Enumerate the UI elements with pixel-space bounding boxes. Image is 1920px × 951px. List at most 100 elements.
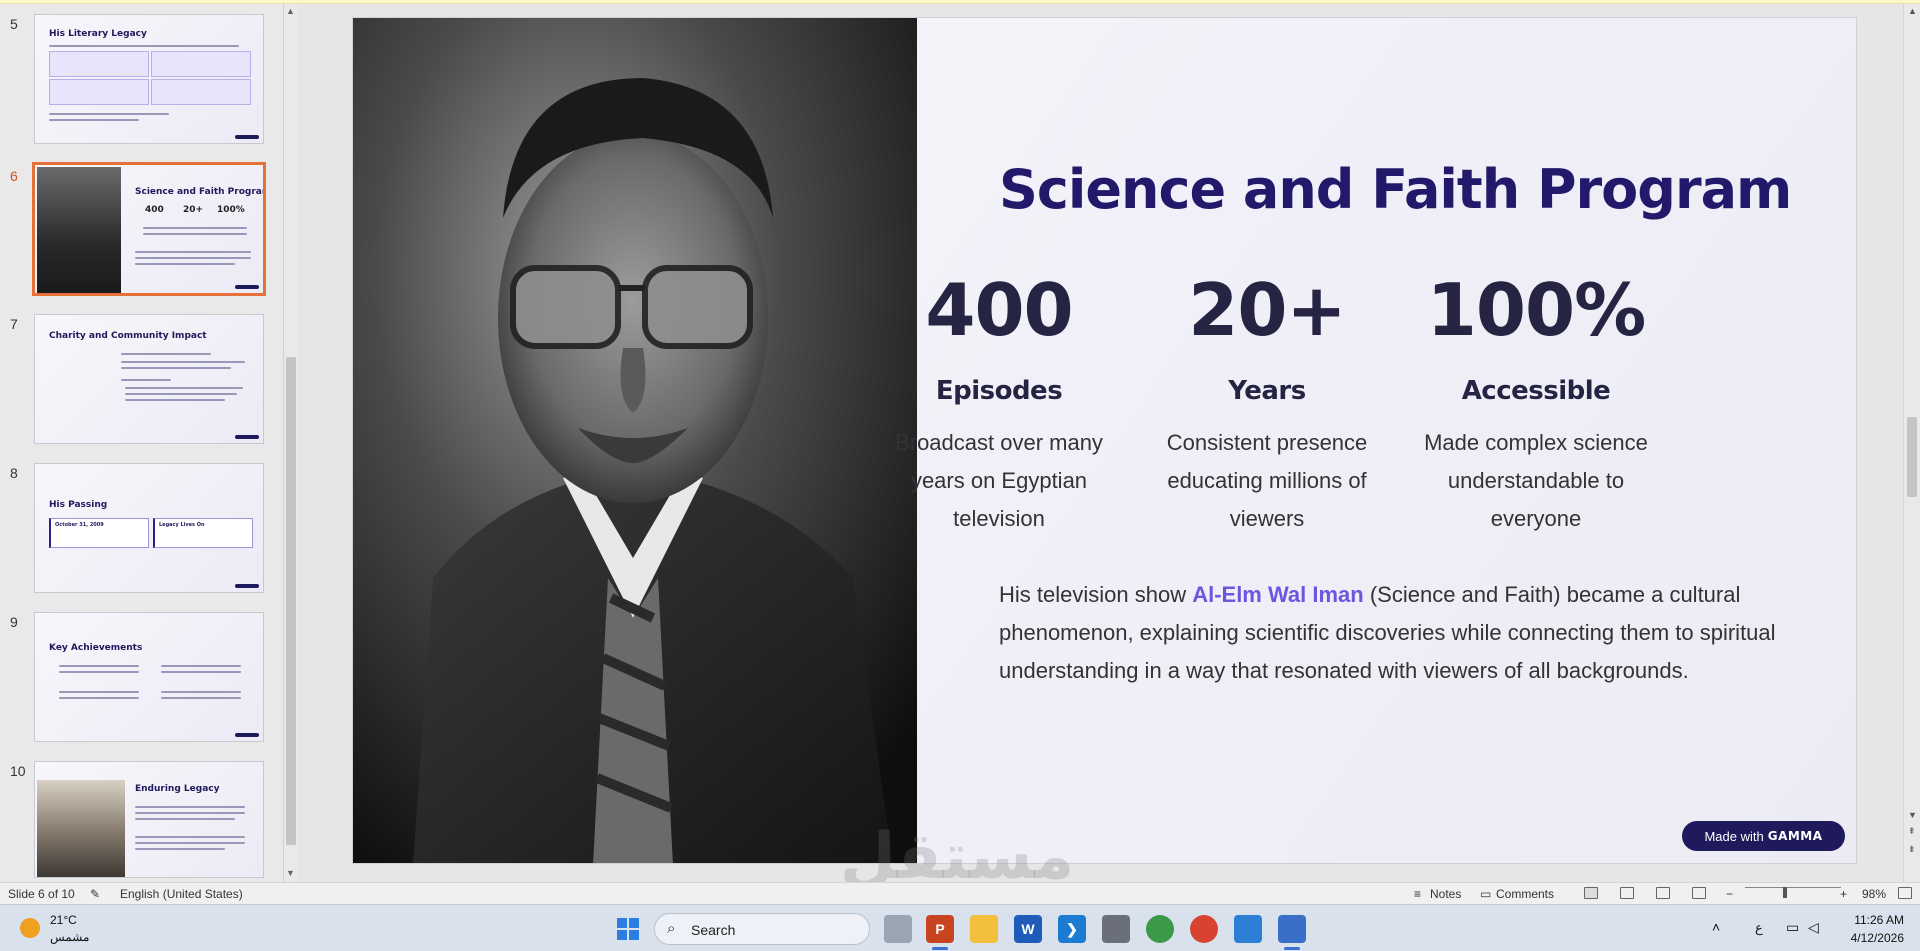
taskbar-search[interactable]: ⌕ Search xyxy=(654,913,870,945)
thumb-text-line xyxy=(135,836,245,838)
thumb-card xyxy=(49,79,149,105)
slide-thumbnail-6-selected[interactable]: Science and Faith Program 400 20+ 100% xyxy=(32,162,266,296)
slide-number: 10 xyxy=(10,763,26,779)
word-icon[interactable]: W xyxy=(1014,915,1042,943)
notes-button[interactable]: Notes xyxy=(1430,887,1461,901)
stat-desc-line: Made complex science xyxy=(1424,430,1648,455)
stat-desc-line: educating millions of xyxy=(1167,468,1367,493)
scroll-up-icon[interactable]: ▲ xyxy=(286,6,295,16)
stat-episodes[interactable]: 400 Episodes Broadcast over many years o… xyxy=(879,268,1119,538)
powerpoint-icon[interactable]: P xyxy=(926,915,954,943)
file-explorer-icon[interactable] xyxy=(970,915,998,943)
fit-slide-icon[interactable] xyxy=(1898,887,1912,899)
stat-number: 400 xyxy=(925,268,1073,352)
thumb-text-line xyxy=(143,227,247,229)
thumb-badge xyxy=(235,285,259,289)
input-language[interactable]: ع xyxy=(1755,920,1763,936)
zoom-out-button[interactable]: − xyxy=(1726,887,1733,901)
powerpoint-window: 5 His Literary Legacy 6 Science and Fait… xyxy=(0,0,1920,951)
scrollbar-thumb[interactable] xyxy=(286,357,296,845)
vscode-icon[interactable]: ❯ xyxy=(1058,915,1086,943)
weather-condition[interactable]: مشمس xyxy=(50,930,89,944)
scrollbar-thumb[interactable] xyxy=(1907,417,1917,497)
active-app-indicator xyxy=(932,947,948,950)
next-slide-icon[interactable]: ⇟ xyxy=(1908,844,1916,855)
windows-taskbar: 21°C مشمس ⌕ Search P W ❯ ˄ ع ▭ ◁ 11:26 A… xyxy=(0,904,1920,951)
thumb-title: Key Achievements xyxy=(49,643,143,653)
slide-thumbnail-10[interactable]: Enduring Legacy xyxy=(34,761,264,878)
thumb-title: Charity and Community Impact xyxy=(49,331,207,341)
network-icon[interactable]: ▭ xyxy=(1786,919,1799,936)
zoom-slider[interactable] xyxy=(1745,887,1841,888)
thumb-text-line xyxy=(59,665,139,667)
thumb-card-title: Legacy Lives On xyxy=(159,522,205,528)
task-view-icon[interactable] xyxy=(884,915,912,943)
volume-icon[interactable]: ◁ xyxy=(1808,919,1819,936)
teams-icon[interactable] xyxy=(1278,915,1306,943)
thumb-card xyxy=(151,51,251,77)
thumb-text-line xyxy=(121,379,171,381)
thumb-stat: 20+ xyxy=(183,205,204,215)
show-name-highlight: Al-Elm Wal Iman xyxy=(1192,582,1364,607)
thumb-text-line xyxy=(59,691,139,693)
thumb-title: His Literary Legacy xyxy=(49,29,147,39)
chrome-icon[interactable] xyxy=(1146,915,1174,943)
scroll-up-icon[interactable]: ▲ xyxy=(1908,6,1917,16)
normal-view-icon[interactable] xyxy=(1584,887,1598,899)
scroll-down-icon[interactable]: ▼ xyxy=(1908,810,1917,820)
clock-time[interactable]: 11:26 AM xyxy=(1836,913,1904,927)
thumbnail-scrollbar[interactable]: ▲ ▼ xyxy=(283,4,298,882)
stat-accessible[interactable]: 100% Accessible Made complex science und… xyxy=(1416,268,1656,538)
weather-sun-icon[interactable] xyxy=(20,918,40,938)
accessibility-icon[interactable]: ✎ xyxy=(90,887,100,901)
status-bar: Slide 6 of 10 ✎ English (United States) … xyxy=(0,882,1920,904)
stat-number: 100% xyxy=(1426,268,1646,352)
slide-sorter-icon[interactable] xyxy=(1620,887,1634,899)
zoom-level[interactable]: 98% xyxy=(1862,887,1886,901)
body-paragraph[interactable]: His television show Al-Elm Wal Iman (Sci… xyxy=(999,576,1789,690)
stat-label: Accessible xyxy=(1461,376,1611,406)
weather-temperature[interactable]: 21°C xyxy=(50,913,77,927)
thumb-text-line xyxy=(59,671,139,673)
comments-button[interactable]: Comments xyxy=(1496,887,1554,901)
slide-title[interactable]: Science and Faith Program xyxy=(999,158,1792,221)
stat-description: Broadcast over many years on Egyptian te… xyxy=(879,424,1119,538)
thumb-card xyxy=(49,51,149,77)
slide-number: 5 xyxy=(10,16,18,32)
zoom-in-button[interactable]: + xyxy=(1840,887,1847,901)
stat-years[interactable]: 20+ Years Consistent presence educating … xyxy=(1147,268,1387,538)
show-hidden-icons-icon[interactable]: ˄ xyxy=(1712,919,1720,935)
editor-scrollbar[interactable]: ▲ ▼ ⇞ ⇟ xyxy=(1903,4,1920,882)
photos-icon[interactable] xyxy=(1234,915,1262,943)
thumb-badge xyxy=(235,435,259,439)
slide-canvas[interactable]: Science and Faith Program 400 Episodes B… xyxy=(352,17,1857,864)
windows-start-icon[interactable] xyxy=(614,915,642,943)
slide-thumbnail-7[interactable]: Charity and Community Impact xyxy=(34,314,264,444)
para-text: His television show xyxy=(999,582,1193,607)
thumb-text-line xyxy=(125,399,225,401)
chrome-profile-icon[interactable] xyxy=(1190,915,1218,943)
thumb-card xyxy=(151,79,251,105)
thumb-text-line xyxy=(49,119,139,121)
previous-slide-icon[interactable]: ⇞ xyxy=(1908,826,1916,837)
clock-date[interactable]: 4/12/2026 xyxy=(1836,931,1904,945)
stat-desc-line: everyone xyxy=(1490,506,1582,531)
slide-thumbnail-9[interactable]: Key Achievements xyxy=(34,612,264,742)
slide-thumbnail-panel: 5 His Literary Legacy 6 Science and Fait… xyxy=(0,4,298,882)
zoom-slider-handle[interactable] xyxy=(1783,887,1787,898)
thumb-text-line xyxy=(135,818,235,820)
slideshow-icon[interactable] xyxy=(1692,887,1706,899)
reading-view-icon[interactable] xyxy=(1656,887,1670,899)
app-icon[interactable] xyxy=(1102,915,1130,943)
made-with-gamma-badge[interactable]: Made with GAMMA xyxy=(1682,821,1845,851)
slide-thumbnail-8[interactable]: His Passing October 31, 2009 Legacy Live… xyxy=(34,463,264,593)
slide-thumbnail-5[interactable]: His Literary Legacy xyxy=(34,14,264,144)
stat-desc-line: television xyxy=(953,506,1045,531)
stat-desc-line: years on Egyptian xyxy=(910,468,1088,493)
slide-editor: Science and Faith Program 400 Episodes B… xyxy=(303,4,1903,882)
slide-number: 9 xyxy=(10,614,18,630)
scroll-down-icon[interactable]: ▼ xyxy=(286,868,295,878)
thumb-title: Enduring Legacy xyxy=(135,784,220,794)
thumb-title: His Passing xyxy=(49,500,108,510)
language-indicator[interactable]: English (United States) xyxy=(120,887,243,901)
